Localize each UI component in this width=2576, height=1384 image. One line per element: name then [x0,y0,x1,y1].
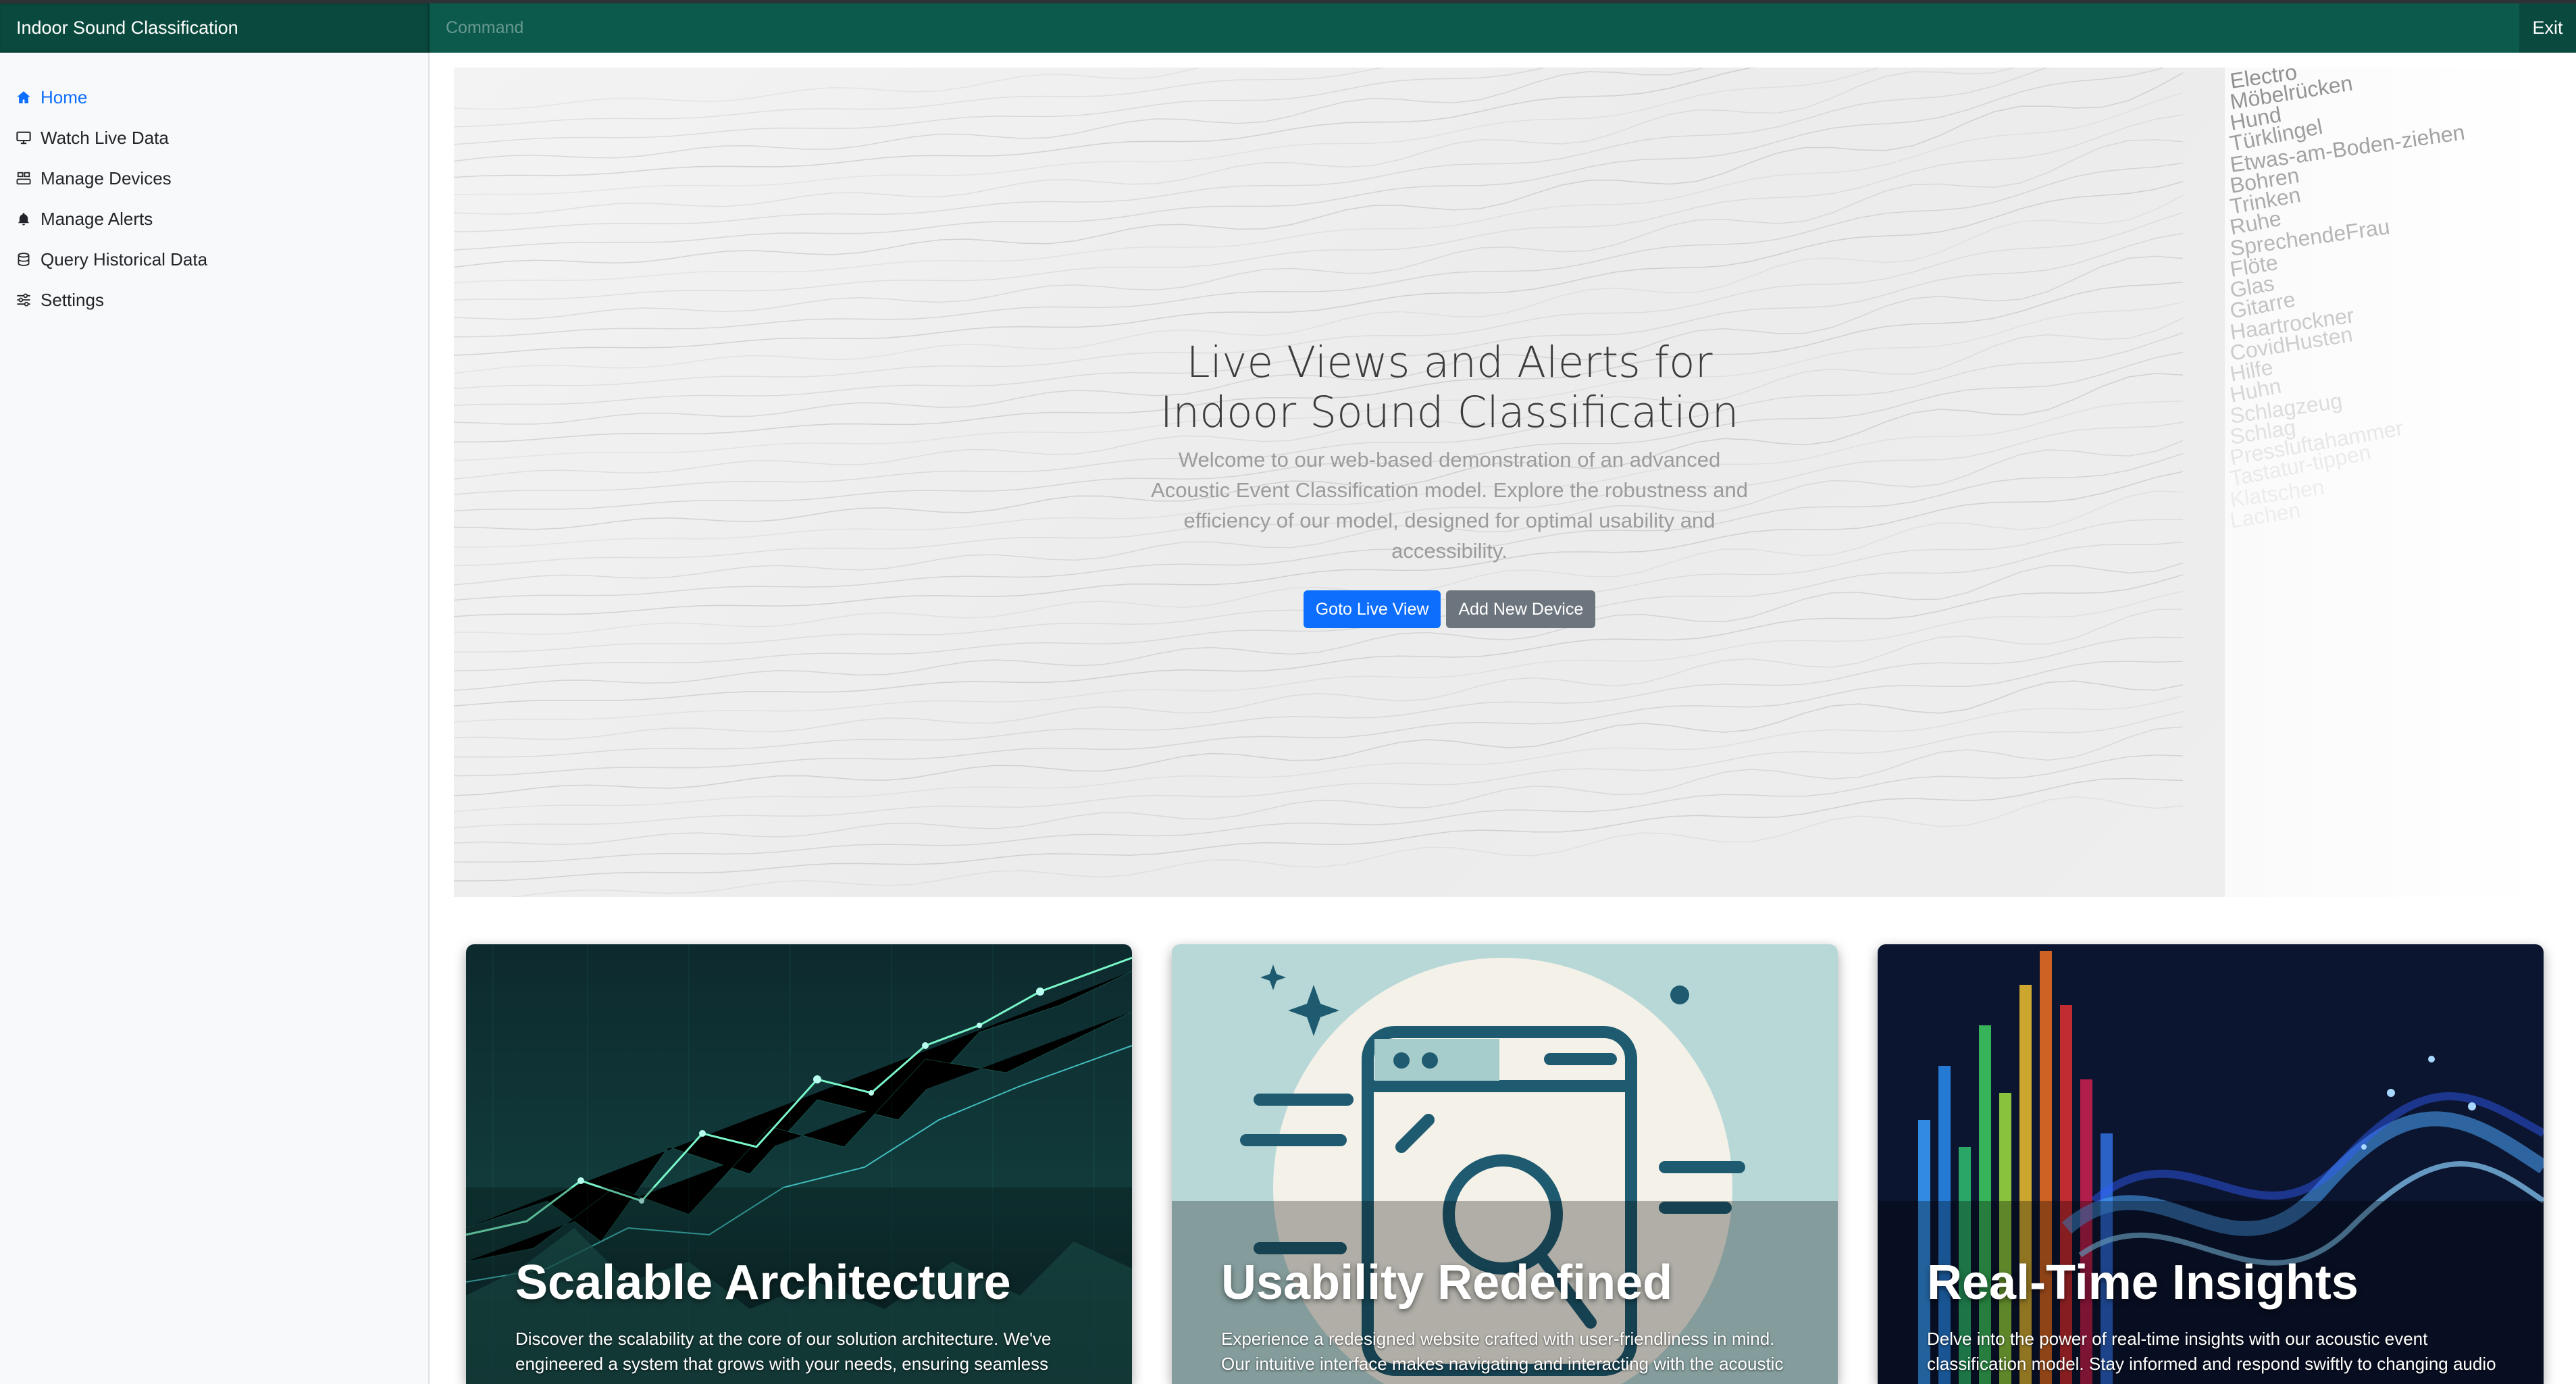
devices-icon [16,171,31,186]
hero-content: Live Views and Alerts for Indoor Sound C… [1125,338,1774,628]
goto-live-view-button[interactable]: Goto Live View [1303,590,1441,628]
sidebar-item-label: Manage Devices [41,168,172,188]
command-input[interactable] [430,3,2519,53]
waveform-line [454,609,2184,740]
sidebar-item-home[interactable]: Home [0,77,428,118]
sidebar-item-label: Watch Live Data [41,127,169,148]
hero-description: Welcome to our web-based demonstration o… [1151,448,1748,563]
sound-class-labels-image: Electro Möbelrücken Hund Türklingel Etwas-am… [2225,68,2548,897]
sidebar: Home Watch Live Data Manage Devices Mana… [0,53,430,1384]
sidebar-item-manage-devices[interactable]: Manage Devices [0,158,428,199]
waveform-line [454,695,2184,813]
waveform-line [454,68,1385,128]
sidebar-item-manage-alerts[interactable]: Manage Alerts [0,199,428,239]
exit-button[interactable]: Exit [2519,3,2576,53]
card-title: Scalable Architecture [515,1256,1011,1310]
card-usability-redefined[interactable]: Usability Redefined Experience a redesig… [1172,944,1838,1384]
hero-section: Electro Möbelrücken Hund Türklingel Etwas-am… [454,68,2548,897]
sidebar-item-query-historical-data[interactable]: Query Historical Data [0,239,428,280]
usability-illustration [1172,944,1838,1384]
waveform-line [509,796,2184,897]
sidebar-item-settings[interactable]: Settings [0,280,428,320]
waveform-line [454,68,2016,215]
waveform-line [454,754,2184,863]
card-text: Delve into the power of real-time insigh… [1927,1329,2496,1374]
hero-title-line1: Live Views and Alerts for [1186,338,1713,387]
hero-title: Live Views and Alerts for Indoor Sound C… [1125,338,1774,438]
waveform-line [454,68,1201,110]
sidebar-item-label: Home [41,86,88,107]
waveform-line [454,68,1705,162]
card-text: Experience a redesigned website crafted … [1221,1329,1784,1374]
card-real-time-insights[interactable]: Real-Time Insights Delve into the power … [1878,944,2544,1384]
card-title: Real-Time Insights [1927,1256,2359,1310]
waveform-line [454,777,2184,881]
waveform-line [454,92,2184,284]
database-icon [16,252,31,267]
sidebar-item-label: Manage Alerts [41,208,153,229]
waveform-line [454,68,2049,233]
sidebar-item-label: Query Historical Data [41,249,208,270]
sliders-icon [16,292,31,307]
app-title[interactable]: Indoor Sound Classification [0,3,430,53]
card-scalable-architecture[interactable]: Scalable Architecture Discover the scala… [466,944,1132,1384]
waveform-line [454,636,2184,758]
waveform-line [454,68,1880,195]
hero-title-line2: Indoor Sound Classification [1160,388,1739,437]
hero-buttons: Goto Live View Add New Device [1125,590,1774,628]
waveform-line [454,68,1757,178]
top-navbar: Indoor Sound Classification Exit [0,0,2576,53]
monitor-icon [16,130,31,145]
card-text: Discover the scalability at the core of … [515,1329,1052,1374]
bell-icon [16,211,31,226]
sidebar-item-watch-live-data[interactable]: Watch Live Data [0,118,428,158]
waveform-line [454,661,2184,777]
card-title: Usability Redefined [1221,1256,1673,1310]
network-graph-illustration [466,944,1132,1384]
audio-visualization-illustration [1878,944,2544,1384]
sidebar-item-label: Settings [41,289,104,310]
house-icon [16,90,31,105]
waveform-line [454,68,1547,145]
add-new-device-button[interactable]: Add New Device [1446,590,1596,628]
